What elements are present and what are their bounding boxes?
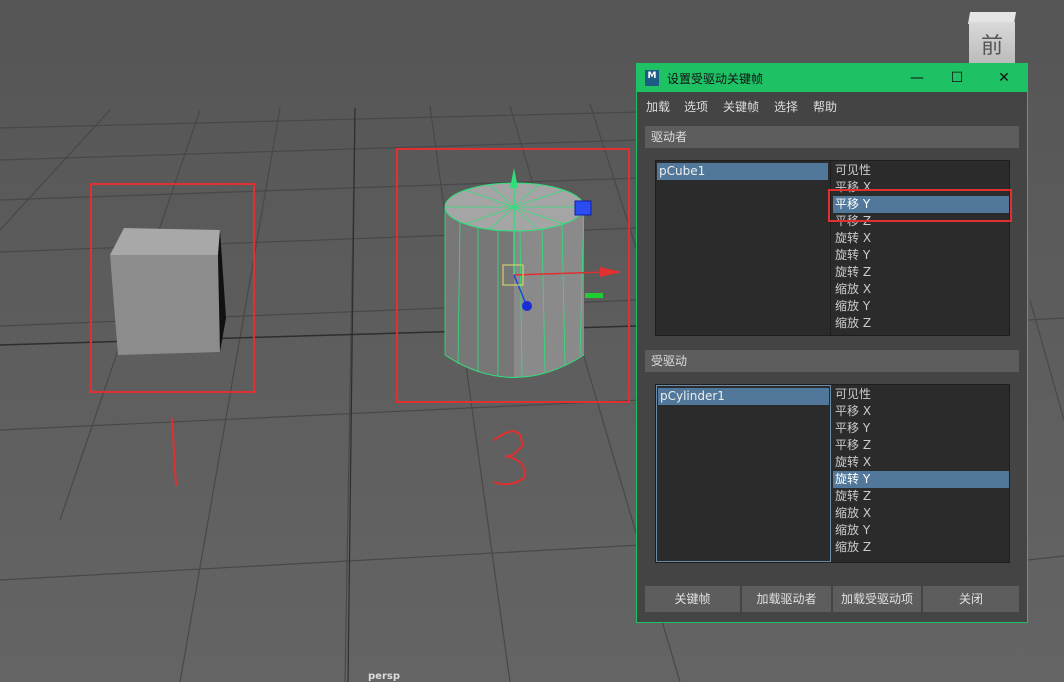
menu-options[interactable]: 选项 <box>684 98 708 115</box>
driver-section-header: 驱动者 <box>645 126 1019 148</box>
maya-app-icon: M <box>645 70 659 86</box>
driven-attribute-item[interactable]: 平移 X <box>833 403 1009 420</box>
driver-object-list[interactable]: pCube1 <box>656 161 831 335</box>
dialog-titlebar[interactable]: M 设置受驱动关键帧 — ☐ ✕ <box>637 64 1027 92</box>
close-icon[interactable]: ✕ <box>992 68 1016 88</box>
set-driven-key-dialog: M 设置受驱动关键帧 — ☐ ✕ 加载 选项 关键帧 选择 帮助 驱动者 pCu… <box>636 63 1028 623</box>
driver-object-item[interactable]: pCube1 <box>657 163 828 180</box>
annotation-box-translate-y <box>828 189 1012 222</box>
driver-attribute-item[interactable]: 可见性 <box>833 162 1009 179</box>
driver-attribute-item[interactable]: 缩放 Y <box>833 298 1009 315</box>
driven-attribute-item[interactable]: 缩放 Y <box>833 522 1009 539</box>
driven-attribute-item[interactable]: 旋转 Z <box>833 488 1009 505</box>
minimize-icon[interactable]: — <box>905 68 929 88</box>
load-driver-button[interactable]: 加载驱动者 <box>742 586 831 612</box>
close-button[interactable]: 关闭 <box>923 586 1019 612</box>
annotation-box-cube <box>90 183 255 393</box>
driven-attribute-item[interactable]: 平移 Y <box>833 420 1009 437</box>
driven-attribute-item[interactable]: 缩放 Z <box>833 539 1009 556</box>
driven-panel: pCylinder1 可见性 平移 X 平移 Y 平移 Z 旋转 X 旋转 Y 旋转 Z 缩放… <box>655 384 1010 563</box>
driven-attribute-item[interactable]: 旋转 X <box>833 454 1009 471</box>
load-driven-button[interactable]: 加载受驱动项 <box>833 586 921 612</box>
view-cube[interactable]: 前 <box>966 12 1018 68</box>
view-cube-front-face[interactable]: 前 <box>969 22 1015 66</box>
dialog-title: 设置受驱动关键帧 <box>667 72 764 86</box>
driven-attribute-item[interactable]: 可见性 <box>833 386 1009 403</box>
key-button[interactable]: 关键帧 <box>645 586 740 612</box>
driven-attribute-item[interactable]: 旋转 Y <box>833 471 1009 488</box>
menu-keys[interactable]: 关键帧 <box>723 98 759 115</box>
maximize-icon[interactable]: ☐ <box>945 68 969 88</box>
annotation-box-cylinder <box>396 148 630 403</box>
driver-attribute-item[interactable]: 旋转 Y <box>833 247 1009 264</box>
menu-bar: 加载 选项 关键帧 选择 帮助 <box>637 92 1027 118</box>
driven-object-item[interactable]: pCylinder1 <box>658 388 829 405</box>
driver-attribute-item[interactable]: 缩放 Z <box>833 315 1009 332</box>
driver-attribute-item[interactable]: 旋转 Z <box>833 264 1009 281</box>
menu-help[interactable]: 帮助 <box>813 98 837 115</box>
driven-section-header: 受驱动 <box>645 350 1019 372</box>
driven-attribute-item[interactable]: 缩放 X <box>833 505 1009 522</box>
menu-load[interactable]: 加载 <box>646 98 670 115</box>
driver-attribute-item[interactable]: 旋转 X <box>833 230 1009 247</box>
menu-select[interactable]: 选择 <box>774 98 798 115</box>
driven-object-list[interactable]: pCylinder1 <box>656 385 831 562</box>
camera-label: persp <box>368 671 400 682</box>
driver-panel: pCube1 可见性 平移 X 平移 Y 平移 Z 旋转 X 旋转 Y 旋转 Z 缩放 X 缩放… <box>655 160 1010 336</box>
driven-attribute-item[interactable]: 平移 Z <box>833 437 1009 454</box>
driver-attribute-item[interactable]: 缩放 X <box>833 281 1009 298</box>
driven-attribute-list[interactable]: 可见性 平移 X 平移 Y 平移 Z 旋转 X 旋转 Y 旋转 Z 缩放 X 缩放 Y 缩放 Z <box>833 385 1009 556</box>
driver-attribute-list[interactable]: 可见性 平移 X 平移 Y 平移 Z 旋转 X 旋转 Y 旋转 Z 缩放 X 缩放 Y 缩放 Z <box>833 161 1009 332</box>
